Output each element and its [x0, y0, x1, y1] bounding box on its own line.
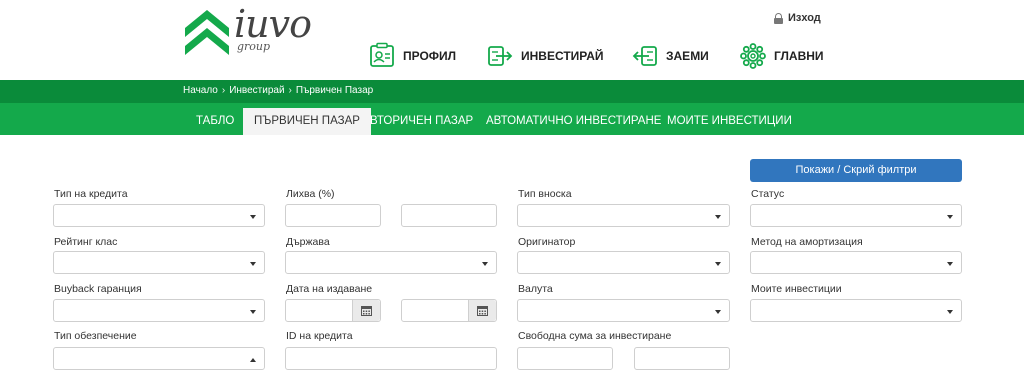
installment-type-label: Тип вноска — [518, 188, 572, 200]
interest-max-input[interactable] — [401, 204, 497, 227]
originator-select[interactable] — [517, 251, 730, 274]
chevron-down-icon — [250, 215, 256, 219]
tab-auto-invest[interactable]: АВТОМАТИЧНО ИНВЕСТИРАНЕ — [486, 108, 661, 135]
nav-profile-label: ПРОФИЛ — [403, 49, 457, 63]
logout-link[interactable]: Изход — [774, 12, 821, 24]
nav-profile[interactable]: ПРОФИЛ — [368, 38, 456, 74]
country-select[interactable] — [285, 251, 497, 274]
credit-id-label: ID на кредита — [286, 330, 353, 342]
buyback-label: Buyback гаранция — [54, 283, 142, 295]
chevron-down-icon — [250, 262, 256, 266]
tab-my-investments[interactable]: МОИТЕ ИНВЕСТИЦИИ — [667, 108, 792, 135]
collateral-type-label: Тип обезпечение — [54, 330, 137, 342]
chevron-down-icon — [947, 310, 953, 314]
breadcrumb-separator: › — [221, 85, 226, 96]
breadcrumb-invest[interactable]: Инвестирай — [229, 85, 284, 96]
breadcrumb-current: Първичен Пазар — [295, 85, 374, 96]
issue-date-to-input[interactable] — [401, 299, 497, 322]
calendar-button[interactable] — [352, 300, 380, 321]
calendar-icon — [361, 306, 372, 316]
logo-subtext: group — [237, 40, 271, 53]
collateral-type-select[interactable] — [53, 347, 265, 370]
tab-dashboard[interactable]: ТАБЛО — [196, 108, 234, 135]
chevron-down-icon — [715, 310, 721, 314]
chevron-down-icon — [250, 310, 256, 314]
profile-card-icon — [370, 42, 394, 67]
rating-class-label: Рейтинг клас — [54, 236, 118, 248]
amortization-method-label: Метод на амортизация — [751, 236, 863, 248]
breadcrumb-bar: Начало › Инвестирай › Първичен Пазар — [0, 80, 1024, 103]
currency-select[interactable] — [517, 299, 730, 322]
logout-label: Изход — [788, 12, 821, 24]
sub-navigation: ТАБЛО ПЪРВИЧЕН ПАЗАР ВТОРИЧЕН ПАЗАР АВТО… — [0, 103, 1024, 135]
rating-class-select[interactable] — [53, 251, 265, 274]
main-gear-icon — [740, 43, 766, 69]
credit-type-label: Тип на кредита — [54, 188, 128, 200]
free-amount-min-input[interactable] — [517, 347, 613, 370]
interest-min-input[interactable] — [285, 204, 381, 227]
breadcrumb-home[interactable]: Начало — [183, 85, 218, 96]
tab-secondary-market[interactable]: ВТОРИЧЕН ПАЗАР — [370, 108, 473, 135]
credit-id-input[interactable] — [285, 347, 497, 370]
nav-loans[interactable]: ЗАЕМИ — [631, 38, 709, 74]
invest-arrow-icon — [488, 46, 513, 66]
nav-main-label: ГЛАВНИ — [774, 49, 824, 63]
installment-type-select[interactable] — [517, 204, 730, 227]
my-investments-select[interactable] — [750, 299, 962, 322]
my-investments-label: Моите инвестиции — [751, 283, 842, 295]
lock-icon — [774, 12, 783, 24]
nav-invest[interactable]: ИНВЕСТИРАЙ — [486, 38, 604, 74]
interest-label: Лихва (%) — [286, 188, 335, 200]
nav-invest-label: ИНВЕСТИРАЙ — [521, 49, 604, 63]
breadcrumb-separator: › — [288, 85, 292, 96]
chevron-down-icon — [715, 215, 721, 219]
status-label: Статус — [751, 188, 785, 200]
buyback-select[interactable] — [53, 299, 265, 322]
header: iuvo group Изход ПРОФИЛ ИНВЕСТИРАЙ ЗАЕМИ… — [0, 0, 1024, 80]
chevron-down-icon — [947, 215, 953, 219]
nav-main[interactable]: ГЛАВНИ — [739, 38, 824, 74]
breadcrumb: Начало › Инвестирай › Първичен Пазар — [183, 85, 373, 96]
country-label: Държава — [286, 236, 330, 248]
chevron-down-icon — [947, 262, 953, 266]
logo-chevron-icon — [185, 10, 229, 55]
calendar-button[interactable] — [468, 300, 496, 321]
originator-label: Оригинатор — [518, 236, 576, 248]
currency-label: Валута — [518, 283, 553, 295]
free-amount-max-input[interactable] — [634, 347, 730, 370]
issue-date-label: Дата на издаване — [286, 283, 373, 295]
issue-date-from-input[interactable] — [285, 299, 381, 322]
nav-loans-label: ЗАЕМИ — [666, 49, 709, 63]
status-select[interactable] — [750, 204, 962, 227]
amortization-method-select[interactable] — [750, 251, 962, 274]
calendar-icon — [477, 306, 488, 316]
chevron-up-icon — [250, 358, 256, 362]
chevron-down-icon — [482, 262, 488, 266]
free-amount-label: Свободна сума за инвестиране — [518, 330, 672, 342]
tab-primary-market[interactable]: ПЪРВИЧЕН ПАЗАР — [243, 108, 371, 135]
loans-arrow-icon — [632, 46, 657, 66]
credit-type-select[interactable] — [53, 204, 265, 227]
toggle-filters-button[interactable]: Покажи / Скрий филтри — [750, 159, 962, 182]
chevron-down-icon — [715, 262, 721, 266]
